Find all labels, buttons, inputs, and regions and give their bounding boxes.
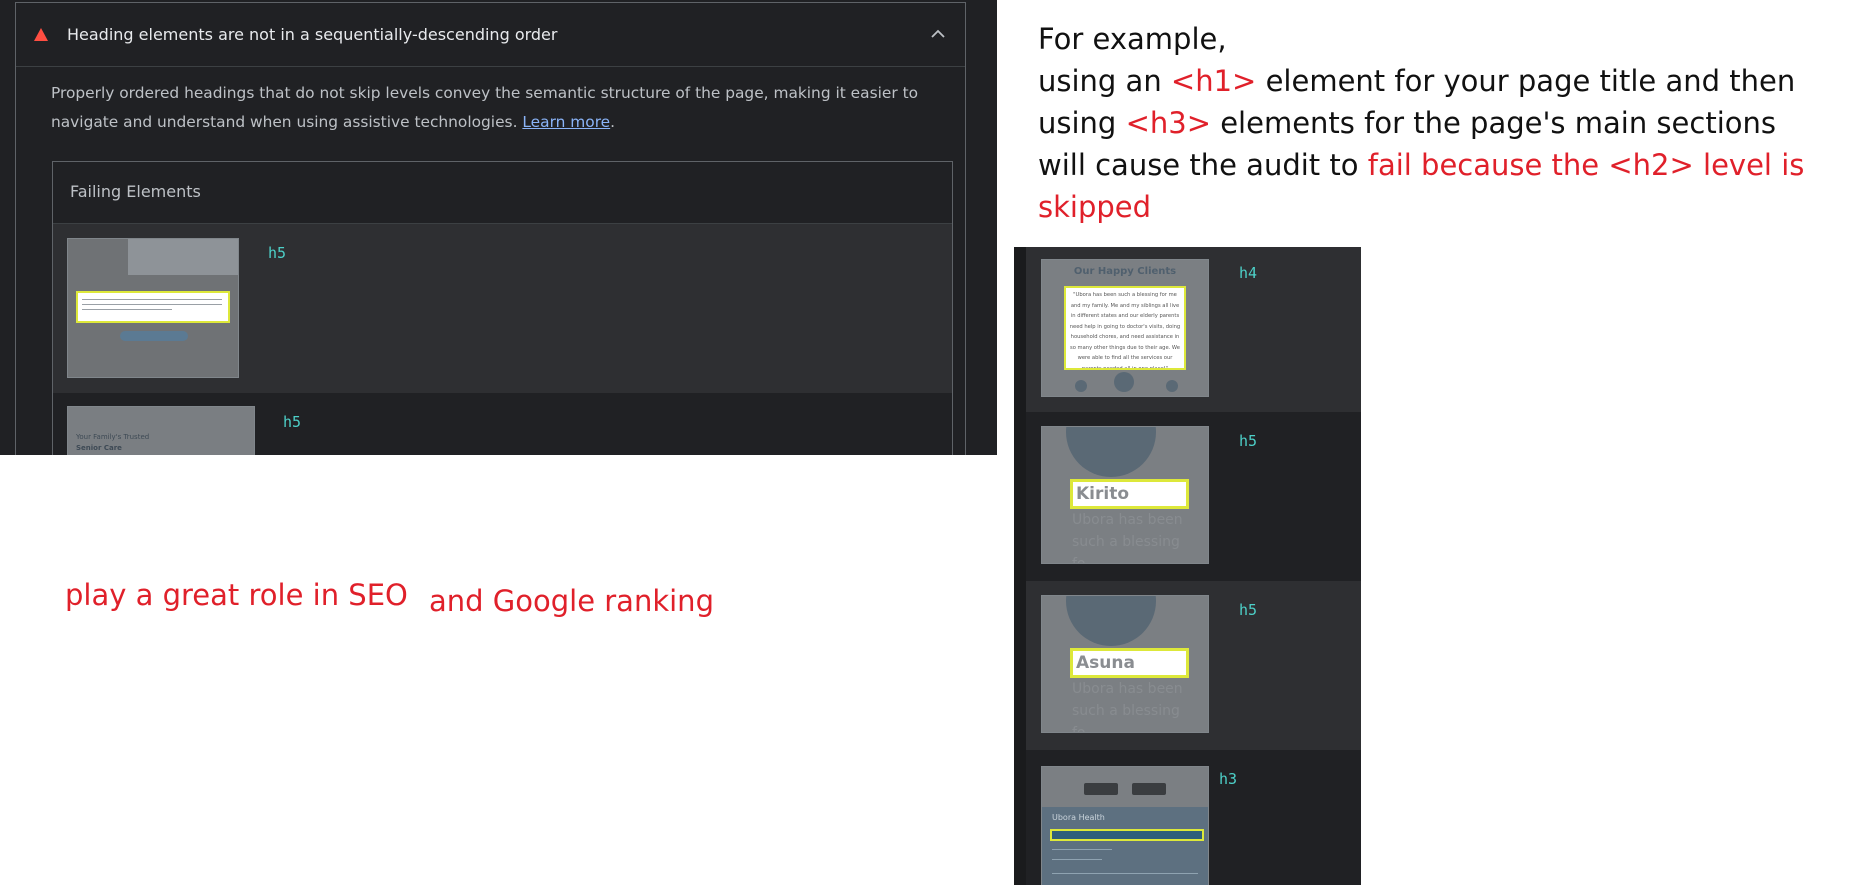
note-line: For example, — [1038, 22, 1227, 56]
failing-element-row[interactable]: Kirito Ubora has been such a blessing fo… — [1026, 412, 1361, 581]
failing-element-row[interactable]: Our Happy Clients "Ubora has been such a… — [1026, 247, 1361, 412]
example-note: For example, using an <h1> element for y… — [1038, 18, 1868, 228]
note-line: using <h3> elements for the page's main … — [1038, 102, 1868, 144]
note-text: using an — [1038, 64, 1171, 98]
avatar — [1075, 380, 1087, 392]
thumbnail-text: Ubora has been — [1072, 681, 1183, 697]
thumbnail-photo — [128, 239, 238, 275]
ranking-note: and Google ranking — [429, 584, 714, 618]
failing-elements-title: Failing Elements — [70, 182, 201, 201]
note-line: will cause the audit to fail because the… — [1038, 144, 1868, 186]
thumbnail-text: Senior Care — [76, 444, 122, 452]
failing-elements-strip: Our Happy Clients "Ubora has been such a… — [1014, 247, 1361, 885]
note-fail-reason: fail because the <h2> level is — [1367, 148, 1805, 182]
failing-elements-header: Failing Elements — [53, 162, 952, 224]
thumbnail-text: Ubora has been — [1072, 512, 1183, 528]
failing-element-row[interactable]: Your Family's Trusted Senior Care h5 — [53, 393, 952, 455]
store-badge — [1132, 783, 1166, 795]
element-screenshot-thumbnail[interactable]: Asuna Ubora has been such a blessing fo.… — [1041, 595, 1209, 733]
highlighted-name-box: Asuna — [1070, 648, 1189, 678]
thumbnail-header — [1042, 767, 1208, 807]
thumbnail-brand: Ubora Health — [1052, 813, 1105, 822]
seo-note: play a great role in SEO — [65, 578, 408, 612]
strip-edge — [1014, 247, 1026, 885]
highlighted-heading-box — [76, 291, 230, 323]
highlighted-heading-box — [1050, 829, 1204, 841]
audit-description-text: Properly ordered headings that do not sk… — [51, 84, 919, 131]
failing-elements-table: Failing Elements h5 Your Family's Truste… — [52, 161, 953, 455]
store-badge — [1084, 783, 1118, 795]
element-tag: h5 — [283, 413, 302, 431]
failing-element-row[interactable]: Ubora Health h3 — [1026, 750, 1361, 885]
learn-more-link[interactable]: Learn more — [522, 113, 610, 131]
note-text: elements for the page's main sections — [1211, 106, 1776, 140]
thumbnail-title: Our Happy Clients — [1073, 266, 1177, 277]
element-screenshot-thumbnail[interactable] — [67, 238, 239, 378]
thumbnail-quote: "Ubora has been such a blessing for me a… — [1069, 292, 1181, 370]
note-text: element for your page title and then — [1256, 64, 1796, 98]
failing-element-row[interactable]: h5 — [53, 224, 952, 393]
thumbnail-text: such a blessing fo... — [1072, 534, 1180, 564]
avatar — [1166, 380, 1178, 392]
avatar — [1114, 372, 1134, 392]
element-screenshot-thumbnail[interactable]: Our Happy Clients "Ubora has been such a… — [1041, 259, 1209, 397]
failing-element-row[interactable]: Asuna Ubora has been such a blessing fo.… — [1026, 581, 1361, 750]
element-screenshot-thumbnail[interactable]: Your Family's Trusted Senior Care — [67, 406, 255, 455]
note-text: using — [1038, 106, 1126, 140]
audit-card: Heading elements are not in a sequential… — [15, 2, 966, 455]
fail-triangle-icon — [34, 28, 48, 41]
audit-description: Properly ordered headings that do not sk… — [51, 79, 951, 137]
element-screenshot-thumbnail[interactable]: Ubora Health — [1041, 766, 1209, 885]
element-tag: h5 — [1239, 601, 1258, 619]
avatar — [1066, 427, 1156, 477]
audit-panel: Heading elements are not in a sequential… — [0, 0, 997, 455]
chevron-up-icon[interactable] — [929, 27, 947, 41]
note-line: using an <h1> element for your page titl… — [1038, 60, 1868, 102]
avatar — [1066, 596, 1156, 646]
highlighted-heading-box: "Ubora has been such a blessing for me a… — [1064, 286, 1186, 370]
description-period: . — [610, 113, 616, 131]
element-screenshot-thumbnail[interactable]: Kirito Ubora has been such a blessing fo… — [1041, 426, 1209, 564]
audit-title: Heading elements are not in a sequential… — [67, 25, 558, 44]
highlighted-name-box: Kirito — [1070, 479, 1189, 509]
note-h3-tag: <h3> — [1125, 106, 1211, 140]
element-tag: h3 — [1219, 770, 1238, 788]
thumbnail-text: such a blessing fo... — [1072, 703, 1180, 733]
element-tag: h4 — [1239, 264, 1258, 282]
element-tag: h5 — [268, 244, 287, 262]
thumbnail-text: Your Family's Trusted — [76, 433, 150, 441]
audit-header[interactable]: Heading elements are not in a sequential… — [16, 3, 965, 67]
note-line: skipped — [1038, 190, 1152, 224]
note-h1-tag: <h1> — [1170, 64, 1257, 98]
element-tag: h5 — [1239, 432, 1258, 450]
note-text: will cause the audit to — [1038, 148, 1368, 182]
thumbnail-button — [120, 331, 188, 341]
